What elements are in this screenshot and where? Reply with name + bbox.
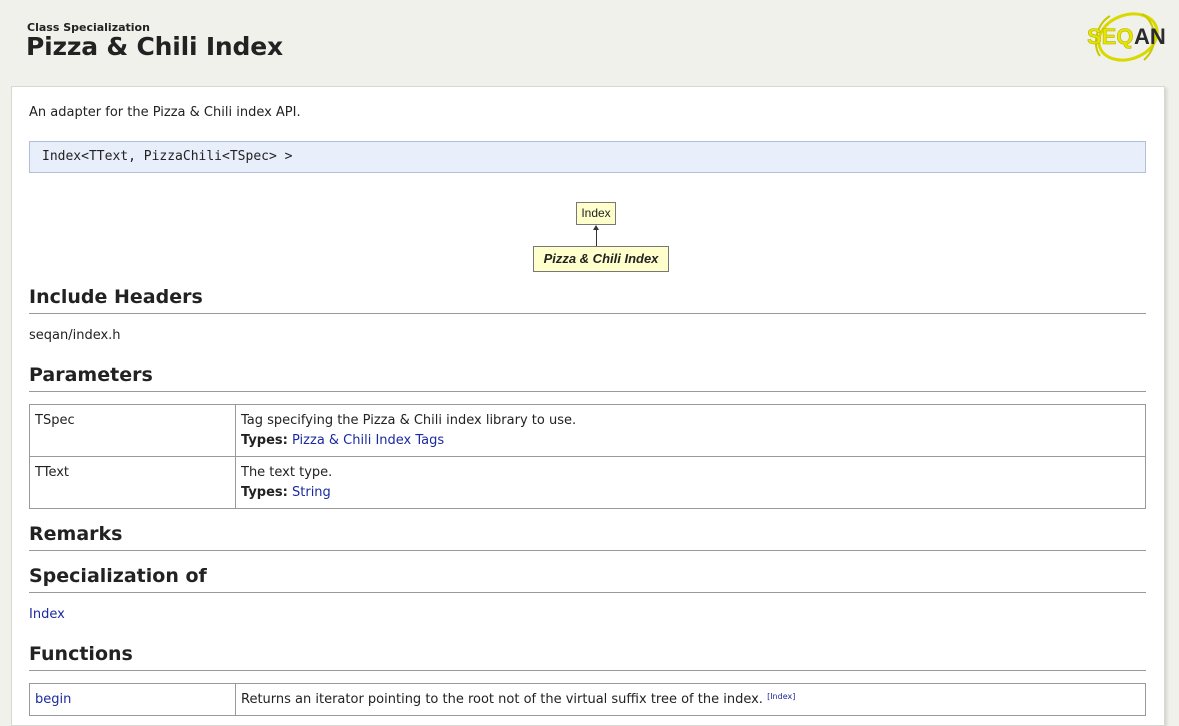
svg-text:SEQ: SEQ [1087,24,1133,49]
param-name: TSpec [29,404,236,457]
param-name: TText [29,456,236,509]
param-description: The text type. [241,465,333,480]
function-description-cell: Returns an iterator pointing to the root… [235,683,1146,716]
function-description: Returns an iterator pointing to the root… [241,692,763,707]
types-label: Types: [241,485,288,500]
page-header: Class Specialization Pizza & Chili Index… [0,0,1179,86]
include-header-file: seqan/index.h [29,328,121,343]
function-name-cell: begin [29,683,236,716]
parameters-heading: Parameters [29,364,1146,392]
types-link[interactable]: Pizza & Chili Index Tags [292,433,444,448]
diagram-parent-box[interactable]: Index [576,202,616,225]
intro-text: An adapter for the Pizza & Chili index A… [29,105,301,120]
content-panel: An adapter for the Pizza & Chili index A… [11,86,1165,726]
specialization-of-heading: Specialization of [29,565,1146,593]
seqan-logo[interactable]: SEQ AN [1084,10,1166,64]
svg-text:AN: AN [1134,24,1166,49]
param-description: Tag specifying the Pizza & Chili index l… [241,413,577,428]
functions-table: begin Returns an iterator pointing to th… [29,683,1146,716]
parameters-table: TSpec Tag specifying the Pizza & Chili i… [29,404,1146,509]
inheritance-diagram: Index Pizza & Chili Index [29,197,1147,277]
types-link[interactable]: String [292,485,331,500]
page-title: Pizza & Chili Index [26,32,283,61]
signature-box: Index<TText, PizzaChili<TSpec> > [29,141,1146,173]
seqan-logo-icon: SEQ AN [1087,12,1166,62]
types-label: Types: [241,433,288,448]
function-link[interactable]: begin [35,692,71,707]
param-description-cell: Tag specifying the Pizza & Chili index l… [235,404,1146,457]
table-row: TText The text type. Types: String [29,456,1146,509]
param-types: Types: Pizza & Chili Index Tags [241,431,1140,451]
table-row: TSpec Tag specifying the Pizza & Chili i… [29,404,1146,457]
functions-heading: Functions [29,643,1146,671]
remarks-heading: Remarks [29,523,1146,551]
specialization-of-link[interactable]: Index [29,607,65,622]
include-headers-heading: Include Headers [29,286,1146,314]
param-types: Types: String [241,483,1140,503]
table-row: begin Returns an iterator pointing to th… [29,683,1146,716]
diagram-arrow-line [596,229,597,247]
function-ref-link[interactable]: [Index] [767,692,795,701]
param-description-cell: The text type. Types: String [235,456,1146,509]
diagram-self-box: Pizza & Chili Index [533,246,669,272]
